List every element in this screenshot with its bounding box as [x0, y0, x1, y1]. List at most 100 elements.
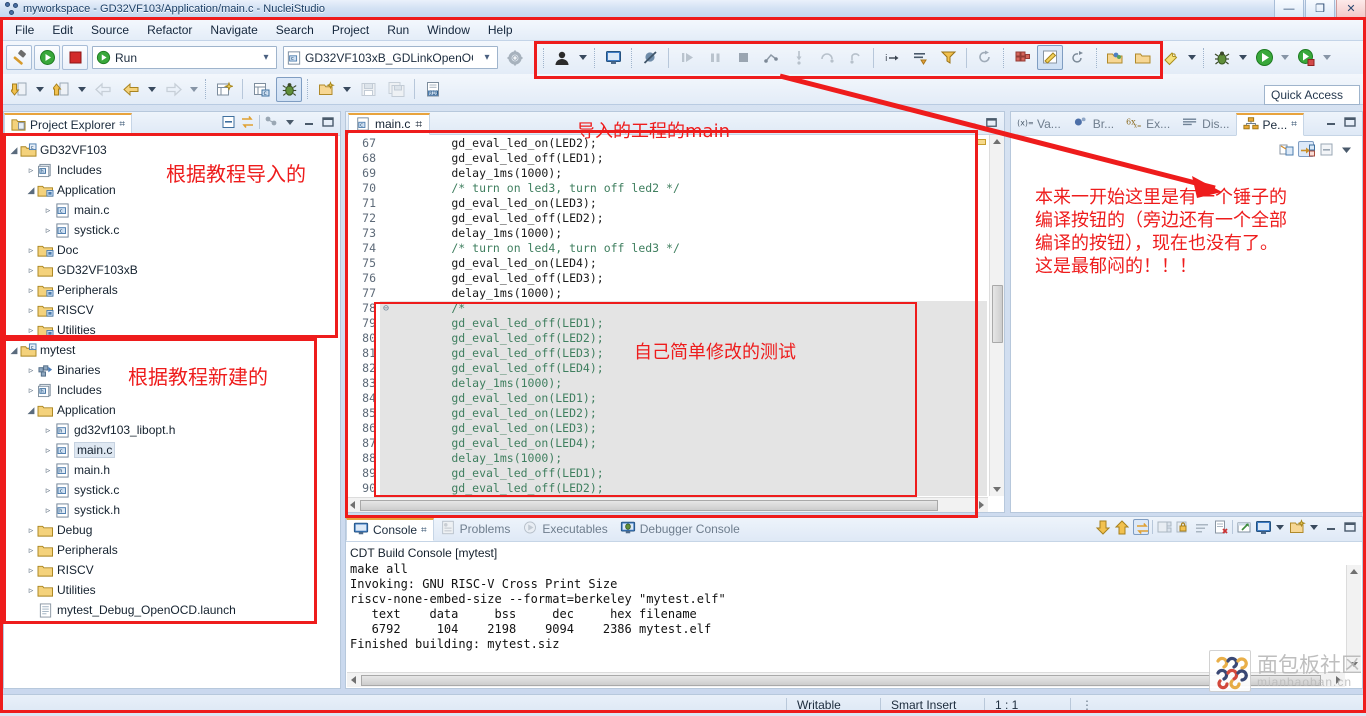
skip-breakpoints-icon[interactable]: [637, 45, 663, 70]
show-type-names-icon[interactable]: [1298, 141, 1315, 157]
code-line[interactable]: 72 gd_eval_led_off(LED2);: [346, 211, 987, 226]
code-line[interactable]: 74 /* turn on led4, turn off led3 */: [346, 241, 987, 256]
menu-search[interactable]: Search: [267, 21, 323, 39]
run-last-icon[interactable]: [1293, 45, 1319, 70]
collapse-all-icon[interactable]: [221, 114, 237, 130]
tree-item[interactable]: ▹ RISCV: [8, 300, 340, 320]
tab-console[interactable]: Console ⌗: [346, 518, 434, 541]
collapse-arrow-icon[interactable]: ▹: [42, 205, 54, 216]
chevron-down-icon[interactable]: [343, 86, 351, 92]
tab-main-c[interactable]: c main.c ⌗: [348, 112, 431, 135]
scroll-up-arrow[interactable]: [1350, 569, 1358, 574]
tree-item[interactable]: ◢ c mytest: [8, 340, 340, 360]
code-line[interactable]: 88 delay_1ms(1000);: [346, 451, 987, 466]
maximize-icon[interactable]: [1342, 519, 1358, 535]
code-line[interactable]: 78 ⊖ /*: [346, 301, 987, 316]
open-perspective-icon[interactable]: [1102, 45, 1128, 70]
chevron-down-icon[interactable]: [1188, 55, 1196, 60]
code-line[interactable]: 71 gd_eval_led_on(LED3);: [346, 196, 987, 211]
editor-vertical-scrollbar[interactable]: [989, 135, 1004, 496]
status-drag-handle[interactable]: ⋮: [1070, 698, 1100, 713]
collapse-arrow-icon[interactable]: ▹: [25, 545, 37, 556]
tab-breakpoints[interactable]: Br...: [1067, 112, 1120, 135]
tree-item[interactable]: ▹ Utilities: [8, 320, 340, 340]
drop-to-frame-icon[interactable]: [907, 45, 933, 70]
tree-item[interactable]: ▹ GD32VF103xB: [8, 260, 340, 280]
tab-variables[interactable]: (x)= Va...: [1011, 112, 1067, 135]
tree-item[interactable]: ▹ Debug: [8, 520, 340, 540]
menu-source[interactable]: Source: [82, 21, 138, 39]
quick-access-field[interactable]: Quick Access: [1264, 85, 1360, 105]
collapse-arrow-icon[interactable]: ▹: [25, 385, 37, 396]
edit-icon[interactable]: [1037, 45, 1063, 70]
menu-file[interactable]: File: [6, 21, 43, 39]
editor-horizontal-scrollbar[interactable]: [346, 497, 988, 512]
project-tree[interactable]: ◢ c GD32VF103 ▹ h Includes ◢ Application ▹ c main.…: [4, 136, 340, 620]
code-line[interactable]: 70 /* turn on led3, turn off led2 */: [346, 181, 987, 196]
menu-refactor[interactable]: Refactor: [138, 21, 201, 39]
code-line[interactable]: 85 gd_eval_led_on(LED2);: [346, 406, 987, 421]
restore-button[interactable]: ❐: [1305, 0, 1335, 18]
expand-arrow-icon[interactable]: ◢: [25, 405, 37, 416]
tree-item[interactable]: ▹ h Includes: [8, 160, 340, 180]
view-menu-icon[interactable]: [282, 114, 298, 130]
chevron-down-icon[interactable]: [148, 86, 156, 92]
tree-item[interactable]: ▹ Peripherals: [8, 280, 340, 300]
hscroll-thumb[interactable]: [360, 500, 938, 511]
link-with-editor-icon[interactable]: [240, 114, 256, 130]
code-line[interactable]: 83 delay_1ms(1000);: [346, 376, 987, 391]
minimize-icon[interactable]: [301, 114, 317, 130]
run-icon[interactable]: [1251, 45, 1277, 70]
tree-item[interactable]: ▹ Utilities: [8, 580, 340, 600]
minimize-icon[interactable]: [1323, 114, 1339, 130]
collapse-arrow-icon[interactable]: ▹: [25, 165, 37, 176]
next-annotation-icon[interactable]: [6, 77, 32, 102]
collapse-arrow-icon[interactable]: ▹: [25, 365, 37, 376]
tree-item[interactable]: ▹ h gd32vf103_libopt.h: [8, 420, 340, 440]
chevron-down-icon[interactable]: [36, 86, 44, 92]
expand-arrow-icon[interactable]: ◢: [8, 345, 20, 356]
use-step-filters-icon[interactable]: [935, 45, 961, 70]
tab-disassembly[interactable]: Dis...: [1176, 112, 1235, 135]
debug-perspective-icon[interactable]: [276, 76, 302, 102]
compare-icon[interactable]: [1278, 141, 1294, 157]
chevron-down-icon[interactable]: [1276, 524, 1284, 530]
terminate-stop-button[interactable]: [62, 45, 88, 70]
build-010-icon[interactable]: 010: [420, 77, 446, 102]
refresh-icon[interactable]: [1065, 45, 1091, 70]
tree-item[interactable]: ◢ Application: [8, 400, 340, 420]
code-line[interactable]: 80 gd_eval_led_off(LED2);: [346, 331, 987, 346]
collapse-arrow-icon[interactable]: ▹: [42, 505, 54, 516]
code-line[interactable]: 68 gd_eval_led_off(LED1);: [346, 151, 987, 166]
chevron-down-icon[interactable]: [1239, 55, 1247, 60]
chevron-down-icon[interactable]: [1310, 524, 1318, 530]
menu-project[interactable]: Project: [323, 21, 378, 39]
chevron-down-icon[interactable]: [1323, 55, 1331, 60]
code-line[interactable]: 76 gd_eval_led_off(LED3);: [346, 271, 987, 286]
previous-annotation-icon[interactable]: [48, 77, 74, 102]
tab-project-explorer[interactable]: Project Explorer ⌗: [4, 112, 133, 136]
bug-icon[interactable]: [1209, 45, 1235, 70]
collapse-arrow-icon[interactable]: ▹: [42, 465, 54, 476]
console-view-icon[interactable]: [600, 45, 626, 70]
close-icon[interactable]: ⌗: [421, 525, 427, 536]
collapse-arrow-icon[interactable]: ▹: [25, 565, 37, 576]
gear-icon[interactable]: [502, 45, 528, 70]
collapse-arrow-icon[interactable]: ▹: [42, 485, 54, 496]
tab-executables[interactable]: Executables: [516, 518, 613, 541]
back-icon[interactable]: [118, 77, 144, 102]
maximize-icon[interactable]: [320, 114, 336, 130]
collapse-arrow-icon[interactable]: ▹: [25, 325, 37, 336]
code-editor[interactable]: 67 gd_eval_led_on(LED2); 68 gd_eval_led_o…: [346, 135, 1004, 512]
scroll-lock-icon[interactable]: [1133, 519, 1149, 535]
tree-item[interactable]: ▹ Binaries: [8, 360, 340, 380]
code-line[interactable]: 79 gd_eval_led_off(LED1);: [346, 316, 987, 331]
tab-expressions[interactable]: 6x x= Ex...: [1120, 112, 1176, 135]
chevron-down-icon[interactable]: ▾: [479, 52, 495, 63]
code-line[interactable]: 90 gd_eval_led_off(LED2);: [346, 481, 987, 496]
chevron-down-icon[interactable]: ▾: [258, 52, 274, 63]
minimize-icon[interactable]: [964, 115, 980, 131]
expand-arrow-icon[interactable]: ◢: [8, 145, 20, 156]
tree-item[interactable]: ▹ h main.h: [8, 460, 340, 480]
scroll-down-arrow[interactable]: [993, 487, 1001, 492]
